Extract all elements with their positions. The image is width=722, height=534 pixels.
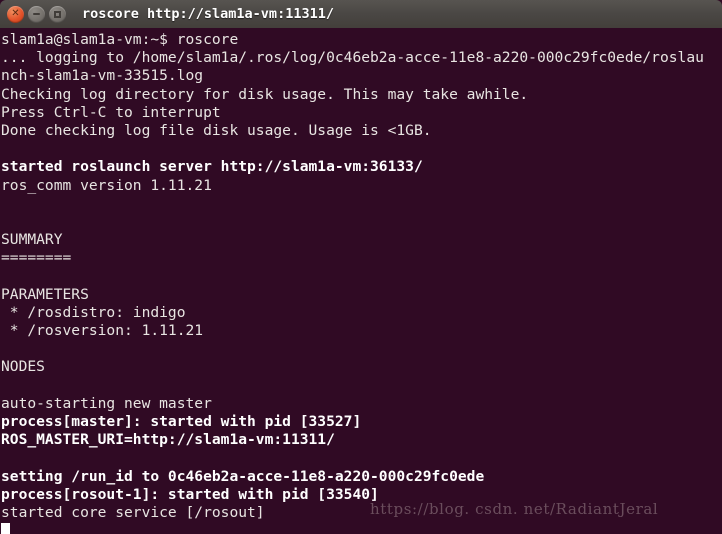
maximize-icon <box>49 6 66 23</box>
terminal-line: Done checking log file disk usage. Usage… <box>1 121 432 139</box>
terminal-line: process[rosout-1]: started with pid [335… <box>1 485 379 503</box>
maximize-button[interactable] <box>49 5 66 23</box>
terminal-line: Press Ctrl-C to interrupt <box>1 103 221 121</box>
minimize-button[interactable] <box>28 5 45 23</box>
terminal-line: ROS_MASTER_URI=http://slam1a-vm:11311/ <box>1 431 335 449</box>
terminal-line: NODES <box>1 358 45 376</box>
terminal-line: nch-slam1a-vm-33515.log <box>1 67 204 85</box>
close-button[interactable]: ✕ <box>7 5 24 23</box>
terminal-line: auto-starting new master <box>1 394 212 412</box>
terminal-window: ✕ roscore http://slam1a-vm:11311/ slam1a… <box>0 0 722 534</box>
window-title: roscore http://slam1a-vm:11311/ <box>82 6 334 22</box>
terminal-cursor-line <box>1 522 722 534</box>
minimize-icon <box>28 6 45 23</box>
terminal-line: started core service [/rosout] <box>1 503 265 521</box>
window-titlebar: ✕ roscore http://slam1a-vm:11311/ <box>0 0 722 28</box>
terminal-line: Checking log directory for disk usage. T… <box>1 85 529 103</box>
terminal-line: setting /run_id to 0c46eb2a-acce-11e8-a2… <box>1 467 485 485</box>
terminal-line: * /rosdistro: indigo <box>1 303 186 321</box>
terminal-line: SUMMARY <box>1 231 63 249</box>
terminal-line: * /rosversion: 1.11.21 <box>1 322 204 339</box>
close-icon: ✕ <box>11 8 20 19</box>
terminal-line: ros_comm version 1.11.21 <box>1 176 212 194</box>
terminal-lines: slam1a@slam1a-vm:~$ roscore... logging t… <box>1 31 722 522</box>
terminal-line: slam1a@slam1a-vm:~$ roscore <box>1 31 239 48</box>
terminal-line: ======== <box>1 249 72 267</box>
terminal-output-area[interactable]: slam1a@slam1a-vm:~$ roscore... logging t… <box>0 28 722 534</box>
terminal-line: PARAMETERS <box>1 285 89 303</box>
terminal-line: started roslaunch server http://slam1a-v… <box>1 158 423 176</box>
terminal-line: process[master]: started with pid [33527… <box>1 412 362 430</box>
text-cursor <box>1 523 10 534</box>
window-controls: ✕ <box>7 5 66 23</box>
terminal-line: ... logging to /home/slam1a/.ros/log/0c4… <box>1 49 704 67</box>
